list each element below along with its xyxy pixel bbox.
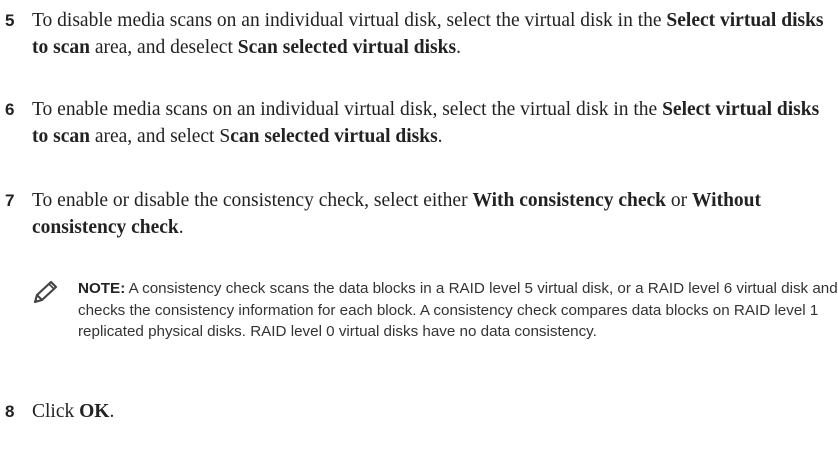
- step-text-run: To enable media scans on an individual v…: [32, 99, 663, 120]
- note-text: NOTE: A consistency check scans the data…: [78, 278, 838, 343]
- bold-ui-term: OK: [79, 401, 110, 422]
- note-box: NOTE: A consistency check scans the data…: [32, 278, 838, 386]
- note-label: NOTE:: [78, 280, 126, 297]
- step-text-run: .: [437, 125, 443, 147]
- step-text-run: To enable or disable the consistency che…: [32, 190, 473, 211]
- step-number: 6: [5, 100, 15, 119]
- step-text-run: .: [456, 36, 461, 58]
- step-text: Click OK.: [32, 399, 832, 426]
- step-text-run: area, and deselect: [89, 36, 238, 58]
- bold-ui-term: With consistency check: [472, 190, 667, 211]
- step-text-run: Click: [32, 401, 80, 422]
- note-body: A consistency check scans the data block…: [78, 280, 838, 340]
- step-number: 7: [5, 191, 15, 210]
- step-text-run: To disable media scans on an individual …: [32, 10, 667, 31]
- step-text: To disable media scans on an individual …: [32, 8, 832, 61]
- step-text-run: .: [109, 401, 115, 422]
- step-text-run: .: [178, 216, 184, 238]
- step-text-run: area, and select S: [89, 125, 231, 147]
- pencil-note-icon: [32, 280, 58, 304]
- step-text: To enable or disable the consistency che…: [32, 188, 832, 241]
- bold-ui-term: Scan selected virtual disks: [237, 36, 457, 58]
- bold-ui-term: can selected virtual disks: [230, 125, 438, 147]
- step-text-run: or: [666, 190, 693, 211]
- document-page: 5 To disable media scans on an individua…: [0, 0, 838, 451]
- step-text: To enable media scans on an individual v…: [32, 97, 832, 150]
- step-number: 5: [5, 11, 15, 30]
- step-number: 8: [5, 402, 15, 421]
